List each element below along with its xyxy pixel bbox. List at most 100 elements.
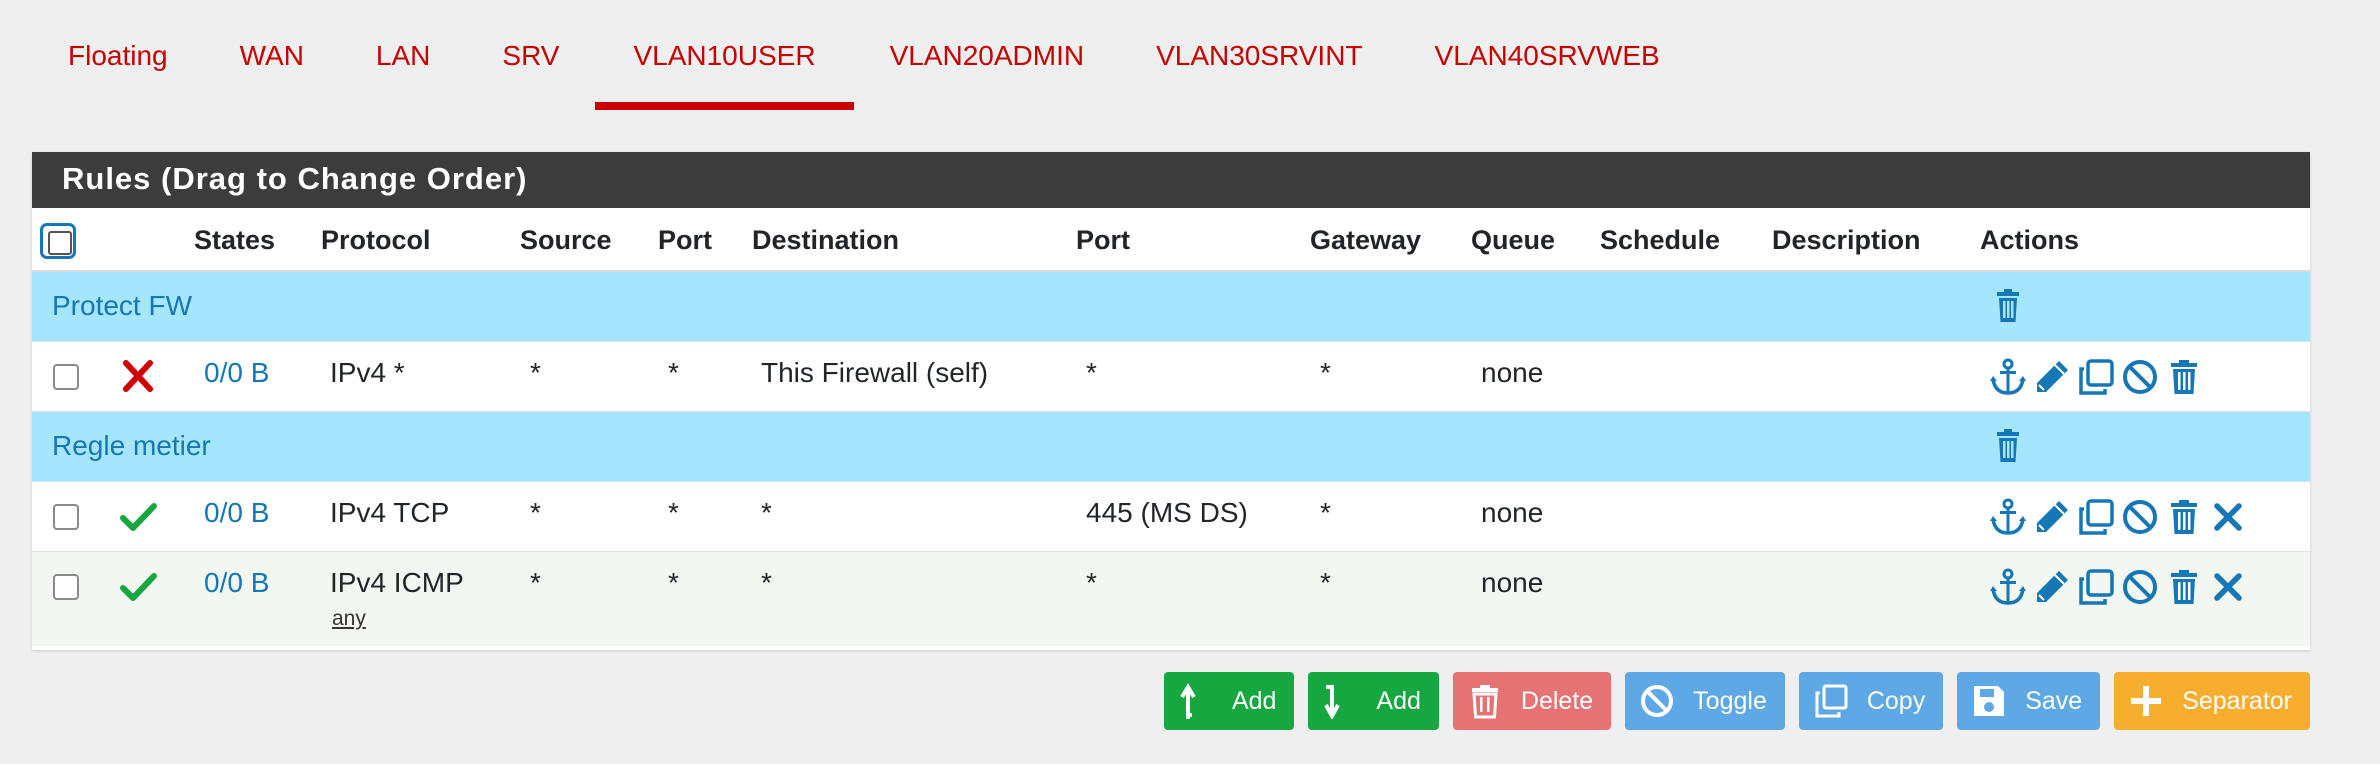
source-port-value: * bbox=[668, 497, 679, 528]
add-bottom-label: Add bbox=[1376, 686, 1421, 715]
tab-vlan30srvint[interactable]: VLAN30SRVINT bbox=[1120, 0, 1398, 110]
trash-icon[interactable] bbox=[1988, 424, 2028, 468]
pencil-icon[interactable] bbox=[2032, 355, 2072, 399]
destination-port-value: * bbox=[1086, 567, 1097, 598]
source-value: * bbox=[530, 567, 541, 598]
rule-button-bar: Add Add Delete Toggle Copy Save Separato… bbox=[1163, 672, 2310, 730]
table-row[interactable]: 0/0 B IPv4 ICMP any * * * * * none bbox=[32, 552, 2310, 646]
col-source: Source bbox=[520, 225, 612, 255]
protocol-value: IPv4 ICMP bbox=[330, 567, 464, 598]
tab-vlan10user[interactable]: VLAN10USER bbox=[595, 0, 854, 110]
table-row[interactable]: 0/0 B IPv4 * * * This Firewall (self) * … bbox=[32, 342, 2310, 412]
anchor-icon[interactable] bbox=[1988, 355, 2028, 399]
source-port-value: * bbox=[668, 357, 679, 388]
col-states: States bbox=[194, 225, 276, 255]
gateway-value: * bbox=[1320, 567, 1331, 598]
anchor-icon[interactable] bbox=[1988, 565, 2028, 609]
col-queue: Queue bbox=[1471, 225, 1556, 255]
row-checkbox[interactable] bbox=[53, 364, 79, 390]
destination-port-value: * bbox=[1086, 357, 1097, 388]
col-actions: Actions bbox=[1980, 225, 2080, 255]
separator-label: Protect FW bbox=[52, 290, 193, 321]
ban-icon[interactable] bbox=[2120, 355, 2160, 399]
trash-icon[interactable] bbox=[2164, 565, 2204, 609]
protocol-value: IPv4 TCP bbox=[330, 497, 450, 528]
tab-wan[interactable]: WAN bbox=[204, 0, 340, 110]
gateway-value: * bbox=[1320, 497, 1331, 528]
col-protocol: Protocol bbox=[321, 225, 431, 255]
col-source-port: Port bbox=[658, 225, 712, 255]
add-separator-button[interactable]: Separator bbox=[2114, 672, 2310, 730]
copy-icon[interactable] bbox=[2076, 495, 2116, 539]
plus-icon bbox=[2131, 686, 2162, 716]
tab-floating[interactable]: Floating bbox=[32, 0, 204, 110]
delete-button[interactable]: Delete bbox=[1452, 672, 1612, 730]
save-button[interactable]: Save bbox=[1957, 672, 2101, 730]
source-value: * bbox=[530, 357, 541, 388]
col-destination-port: Port bbox=[1076, 225, 1130, 255]
add-bottom-button[interactable]: Add bbox=[1308, 672, 1439, 730]
separator-row[interactable]: Protect FW bbox=[32, 272, 2310, 342]
close-icon[interactable] bbox=[2208, 495, 2248, 539]
pass-icon[interactable] bbox=[118, 497, 158, 537]
close-icon[interactable] bbox=[2208, 565, 2248, 609]
trash-icon[interactable] bbox=[2164, 355, 2204, 399]
copy-icon[interactable] bbox=[2076, 355, 2116, 399]
add-top-button[interactable]: Add bbox=[1163, 672, 1295, 730]
trash-icon[interactable] bbox=[2164, 495, 2204, 539]
tab-lan[interactable]: LAN bbox=[340, 0, 466, 110]
interface-tabs: Floating WAN LAN SRV VLAN10USER VLAN20AD… bbox=[32, 0, 1696, 110]
pencil-icon[interactable] bbox=[2032, 565, 2072, 609]
copy-icon[interactable] bbox=[2076, 565, 2116, 609]
destination-port-value: 445 (MS DS) bbox=[1086, 497, 1248, 528]
pass-icon[interactable] bbox=[118, 567, 158, 607]
rules-panel: Rules (Drag to Change Order) States Prot… bbox=[32, 152, 2310, 650]
row-actions bbox=[1988, 565, 2248, 609]
delete-label: Delete bbox=[1520, 686, 1594, 715]
states-value[interactable]: 0/0 B bbox=[204, 567, 269, 599]
arrow-up-icon bbox=[1180, 683, 1196, 719]
destination-value: This Firewall (self) bbox=[761, 357, 989, 388]
tab-srv[interactable]: SRV bbox=[466, 0, 595, 110]
trash-icon[interactable] bbox=[1988, 284, 2028, 328]
row-checkbox[interactable] bbox=[53, 504, 79, 530]
queue-value: none bbox=[1481, 357, 1544, 388]
queue-value: none bbox=[1481, 567, 1544, 598]
anchor-icon[interactable] bbox=[1988, 495, 2028, 539]
panel-title: Rules (Drag to Change Order) bbox=[32, 152, 2310, 208]
icmp-type-link[interactable]: any bbox=[332, 607, 366, 631]
ban-icon bbox=[1641, 685, 1674, 717]
ban-icon[interactable] bbox=[2120, 565, 2160, 609]
row-checkbox[interactable] bbox=[53, 574, 79, 600]
protocol-value: IPv4 * bbox=[330, 357, 405, 388]
block-icon[interactable] bbox=[118, 357, 158, 397]
states-value[interactable]: 0/0 B bbox=[204, 497, 269, 529]
col-gateway: Gateway bbox=[1310, 225, 1422, 255]
copy-button[interactable]: Copy bbox=[1798, 672, 1944, 730]
save-label: Save bbox=[2025, 686, 2083, 715]
states-value[interactable]: 0/0 B bbox=[204, 357, 269, 389]
toggle-button[interactable]: Toggle bbox=[1625, 672, 1785, 730]
col-description: Description bbox=[1772, 225, 1921, 255]
trash-icon bbox=[1471, 685, 1498, 719]
table-row[interactable]: 0/0 B IPv4 TCP * * * 445 (MS DS) * none bbox=[32, 482, 2310, 552]
copy-label: Copy bbox=[1866, 686, 1926, 715]
row-actions bbox=[1988, 495, 2248, 539]
ban-icon[interactable] bbox=[2120, 495, 2160, 539]
table-header: States Protocol Source Port Destination … bbox=[32, 208, 2310, 272]
gateway-value: * bbox=[1320, 357, 1331, 388]
pencil-icon[interactable] bbox=[2032, 495, 2072, 539]
add-top-label: Add bbox=[1231, 686, 1277, 715]
tab-vlan20admin[interactable]: VLAN20ADMIN bbox=[854, 0, 1121, 110]
separator-row[interactable]: Regle metier bbox=[32, 412, 2310, 482]
copy-icon bbox=[1815, 684, 1848, 718]
separator-label: Regle metier bbox=[52, 430, 211, 461]
tab-vlan40srvweb[interactable]: VLAN40SRVWEB bbox=[1399, 0, 1696, 110]
separator-label: Separator bbox=[2182, 686, 2292, 715]
select-all-checkbox[interactable] bbox=[40, 223, 76, 259]
floppy-icon bbox=[1974, 686, 2005, 716]
destination-value: * bbox=[761, 567, 772, 598]
row-actions bbox=[1988, 355, 2204, 399]
destination-value: * bbox=[761, 497, 772, 528]
col-destination: Destination bbox=[752, 225, 900, 255]
